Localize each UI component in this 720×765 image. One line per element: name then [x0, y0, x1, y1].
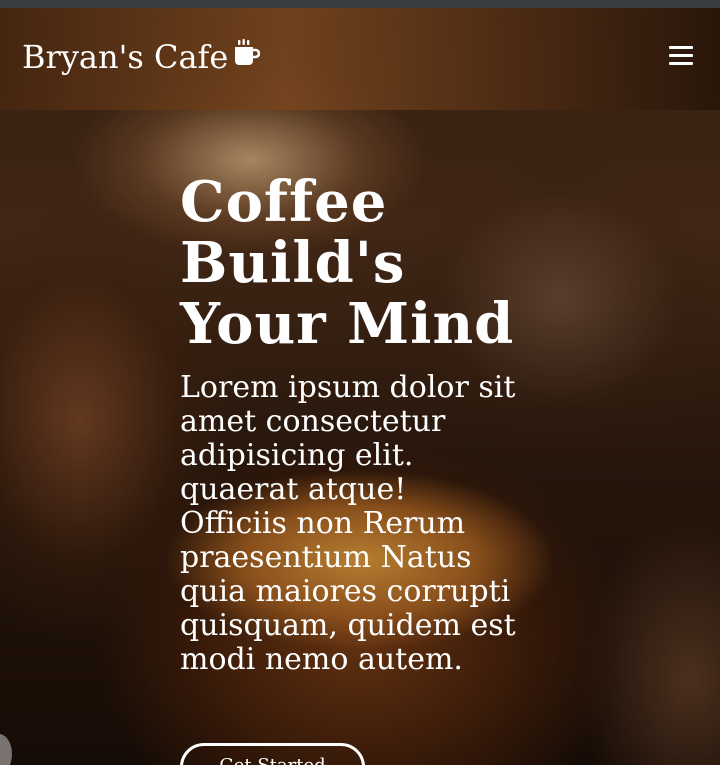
hero-title: Coffee Build's Your Mind — [180, 169, 515, 357]
brand-name: Bryan's Cafe — [22, 38, 229, 76]
navbar: Bryan's Cafe — [0, 8, 720, 110]
hero-section: Coffee Build's Your Mind Lorem ipsum dol… — [180, 172, 540, 677]
hero-description: Lorem ipsum dolor sit amet consectetur a… — [180, 370, 516, 677]
mug-hot-icon — [234, 38, 261, 68]
hamburger-menu-icon[interactable] — [669, 46, 693, 66]
get-started-button[interactable]: Get Started — [180, 743, 365, 765]
landing-page: Bryan's Cafe Coffee Build's Your Mind Lo… — [0, 0, 720, 765]
brand-link[interactable]: Bryan's Cafe — [22, 37, 261, 77]
